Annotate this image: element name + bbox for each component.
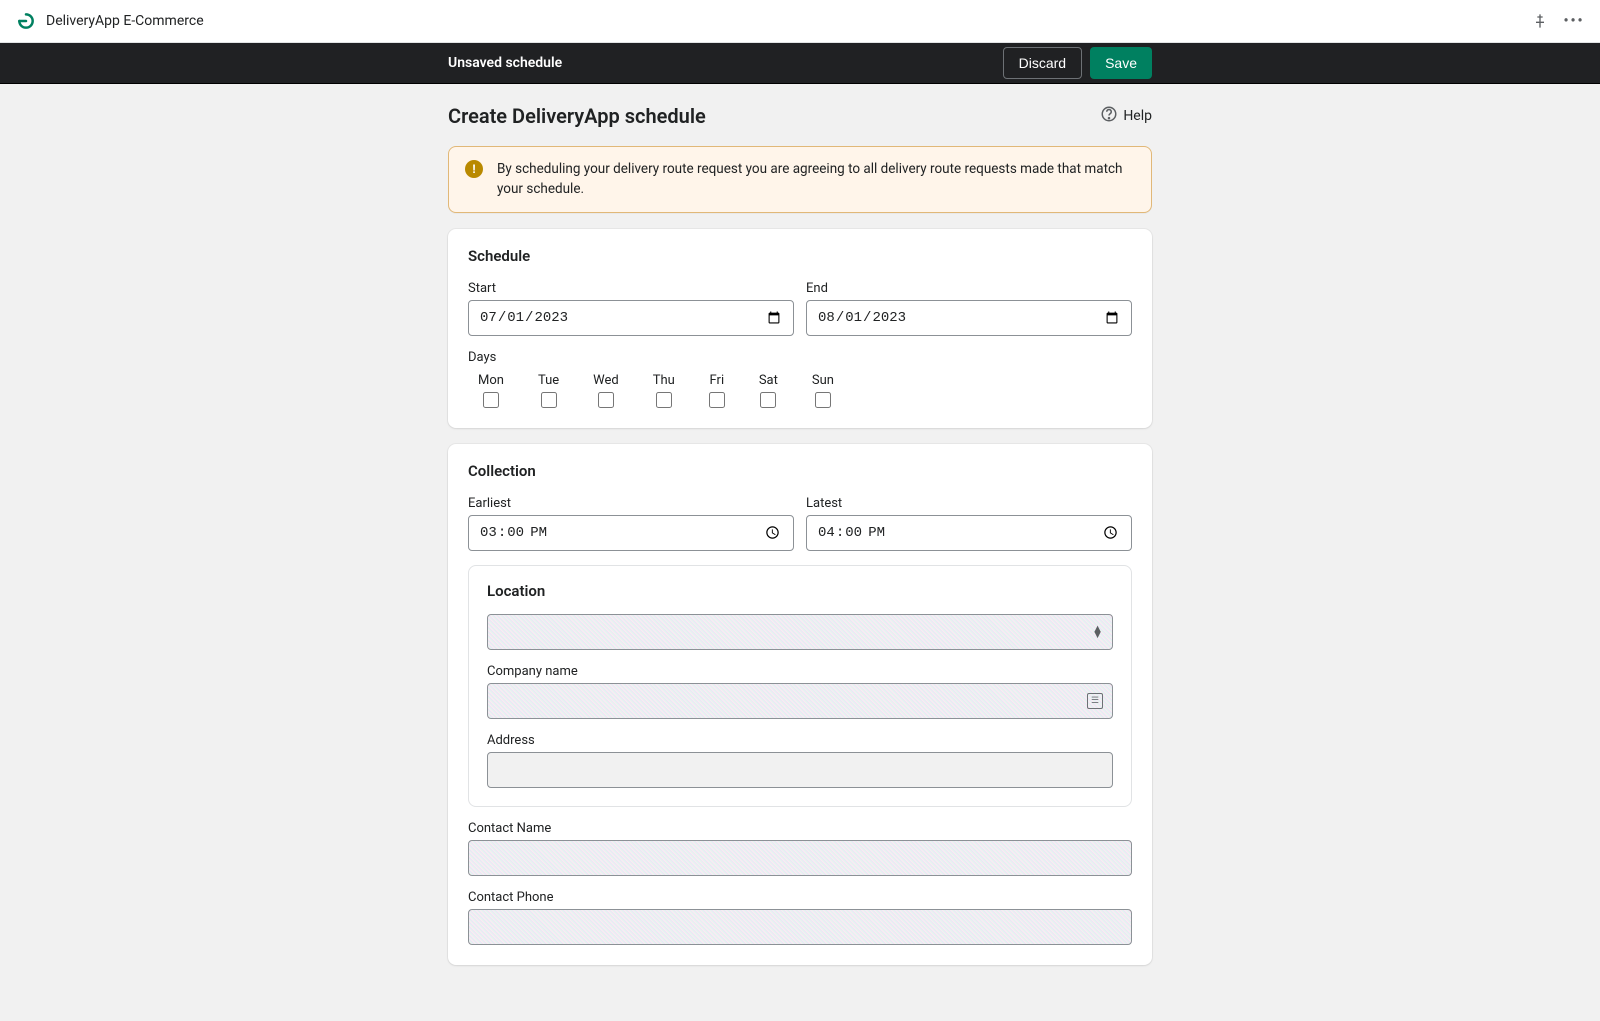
contact-name-label: Contact Name bbox=[468, 821, 1132, 836]
top-bar: DeliveryApp E-Commerce ••• bbox=[0, 0, 1600, 43]
warning-banner: ! By scheduling your delivery route requ… bbox=[448, 146, 1152, 213]
latest-time-input[interactable] bbox=[806, 515, 1132, 551]
end-date-input[interactable] bbox=[806, 300, 1132, 336]
day-tue: Tue bbox=[538, 373, 559, 408]
day-sun-checkbox[interactable] bbox=[815, 392, 831, 408]
address-input bbox=[487, 752, 1113, 788]
help-icon bbox=[1100, 105, 1118, 127]
day-mon-checkbox[interactable] bbox=[483, 392, 499, 408]
company-name-input[interactable] bbox=[487, 683, 1113, 719]
contact-name-input[interactable] bbox=[468, 840, 1132, 876]
day-fri: Fri bbox=[709, 373, 725, 408]
page-content: Create DeliveryApp schedule Help ! By sc… bbox=[448, 84, 1152, 1021]
day-thu-checkbox[interactable] bbox=[656, 392, 672, 408]
day-thu: Thu bbox=[653, 373, 675, 408]
location-select[interactable] bbox=[487, 614, 1113, 650]
day-wed-checkbox[interactable] bbox=[598, 392, 614, 408]
start-date-input[interactable] bbox=[468, 300, 794, 336]
contact-phone-label: Contact Phone bbox=[468, 890, 1132, 905]
top-bar-left: DeliveryApp E-Commerce bbox=[16, 11, 204, 31]
latest-label: Latest bbox=[806, 496, 1132, 511]
top-bar-right: ••• bbox=[1530, 11, 1584, 31]
day-tue-checkbox[interactable] bbox=[541, 392, 557, 408]
day-sat: Sat bbox=[759, 373, 778, 408]
contact-phone-input[interactable] bbox=[468, 909, 1132, 945]
schedule-card: Schedule Start End Days Mon Tue Wed Thu … bbox=[448, 229, 1152, 428]
earliest-time-input[interactable] bbox=[468, 515, 794, 551]
more-icon[interactable]: ••• bbox=[1564, 11, 1584, 31]
collection-heading: Collection bbox=[468, 462, 1132, 480]
app-title: DeliveryApp E-Commerce bbox=[46, 13, 204, 29]
company-label: Company name bbox=[487, 664, 1113, 679]
collection-card: Collection Earliest Latest Location bbox=[448, 444, 1152, 965]
help-link[interactable]: Help bbox=[1100, 105, 1152, 127]
location-heading: Location bbox=[487, 582, 1113, 600]
day-sat-checkbox[interactable] bbox=[760, 392, 776, 408]
location-subcard: Location ▲▼ Company name ☰ Address bbox=[468, 565, 1132, 807]
days-label: Days bbox=[468, 350, 1132, 365]
start-label: Start bbox=[468, 281, 794, 296]
address-label: Address bbox=[487, 733, 1113, 748]
earliest-label: Earliest bbox=[468, 496, 794, 511]
app-logo-icon bbox=[16, 11, 36, 31]
day-wed: Wed bbox=[593, 373, 619, 408]
help-label: Help bbox=[1123, 108, 1152, 124]
banner-text: By scheduling your delivery route reques… bbox=[497, 159, 1135, 200]
days-row: Mon Tue Wed Thu Fri Sat Sun bbox=[468, 373, 1132, 408]
day-fri-checkbox[interactable] bbox=[709, 392, 725, 408]
contacts-icon[interactable]: ☰ bbox=[1087, 693, 1103, 709]
save-button[interactable]: Save bbox=[1090, 47, 1152, 79]
pin-icon[interactable] bbox=[1530, 11, 1550, 31]
page-title: Create DeliveryApp schedule bbox=[448, 104, 706, 128]
discard-button[interactable]: Discard bbox=[1003, 47, 1082, 79]
warning-icon: ! bbox=[465, 160, 483, 178]
save-bar: Unsaved schedule Discard Save bbox=[0, 43, 1600, 84]
schedule-heading: Schedule bbox=[468, 247, 1132, 265]
day-mon: Mon bbox=[478, 373, 504, 408]
day-sun: Sun bbox=[812, 373, 834, 408]
end-label: End bbox=[806, 281, 1132, 296]
save-bar-title: Unsaved schedule bbox=[448, 55, 562, 71]
